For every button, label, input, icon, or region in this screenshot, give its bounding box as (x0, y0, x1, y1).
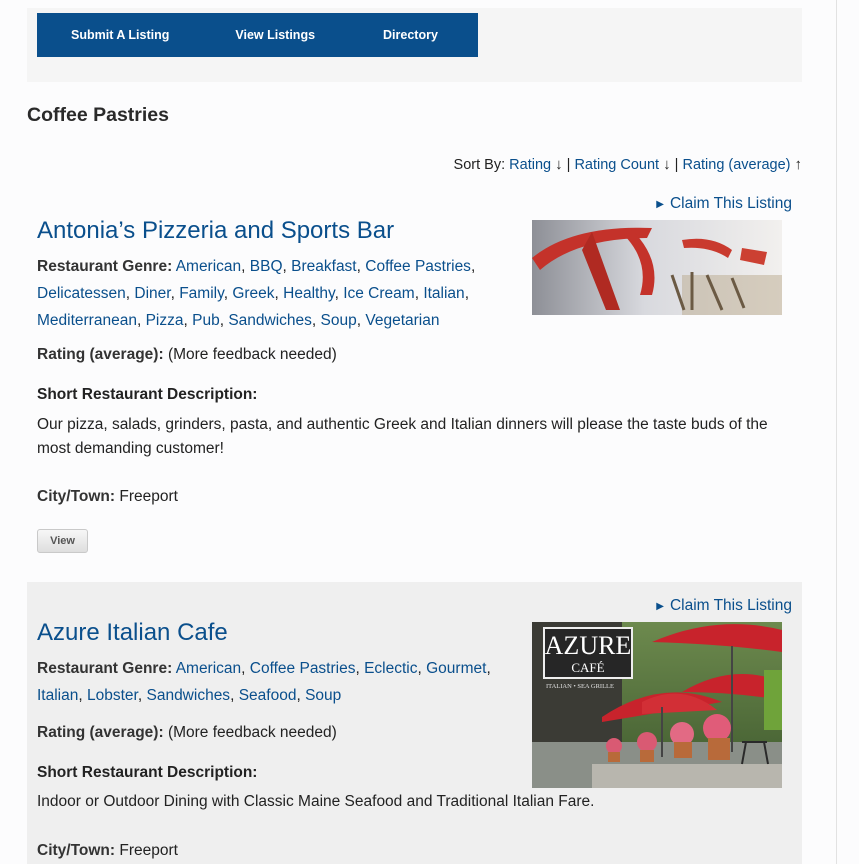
listing-description: Indoor or Outdoor Dining with Classic Ma… (37, 793, 595, 810)
rating-label: Rating (average): (37, 346, 164, 363)
claim-listing-label: Claim This Listing (669, 195, 792, 212)
city-value: Freeport (119, 842, 178, 859)
claim-listing-label: Claim This Listing (669, 597, 792, 614)
genre-link[interactable]: Delicatessen (37, 285, 126, 302)
sort-rating-count-link[interactable]: Rating Count (574, 157, 659, 173)
rating-label: Rating (average): (37, 724, 164, 741)
genre-link[interactable]: Mediterranean (37, 312, 137, 329)
genre-link[interactable]: Seafood (239, 687, 297, 704)
genre-link[interactable]: Pub (192, 312, 220, 329)
genre-link[interactable]: Sandwiches (146, 687, 230, 704)
description-label: Short Restaurant Description: (37, 764, 258, 781)
listing-card: ▶ Claim This Listing Antonia’s Pizzeria a… (27, 188, 802, 578)
sort-desc-arrow-icon[interactable]: ↓ (663, 156, 671, 173)
azure-sign-tagline: ITALIAN • SEA GRILLE (546, 683, 614, 690)
listing-title-link[interactable]: Azure Italian Cafe (37, 619, 228, 647)
antonias-sign-image (532, 220, 782, 315)
page-title: Coffee Pastries (27, 104, 169, 126)
listing-photo-antonias[interactable] (532, 220, 782, 315)
genre-link[interactable]: Gourmet (426, 660, 486, 677)
listing-rating: Rating (average): (More feedback needed) (37, 346, 337, 364)
listing-rating: Rating (average): (More feedback needed) (37, 724, 337, 742)
genre-link[interactable]: Greek (232, 285, 274, 302)
main-nav: Submit A Listing View Listings Directory (37, 13, 478, 57)
genre-link[interactable]: Diner (134, 285, 170, 302)
sort-separator: | (566, 157, 571, 173)
listing-city: City/Town: Freeport (37, 842, 178, 860)
listing-genres: Restaurant Genre: American, Coffee Pastr… (37, 655, 512, 709)
genre-link[interactable]: Lobster (87, 687, 138, 704)
listing-genres: Restaurant Genre: American, BBQ, Breakfa… (37, 253, 512, 334)
genre-label: Restaurant Genre: (37, 660, 173, 677)
genre-label: Restaurant Genre: (37, 258, 173, 275)
genre-link[interactable]: Pizza (146, 312, 184, 329)
genre-link[interactable]: American (176, 660, 241, 677)
genre-link[interactable]: Sandwiches (228, 312, 312, 329)
listing-description: Our pizza, salads, grinders, pasta, and … (37, 416, 768, 457)
page-right-border (836, 0, 837, 864)
listing-title-link[interactable]: Antonia’s Pizzeria and Sports Bar (37, 217, 394, 245)
sort-desc-arrow-icon[interactable]: ↓ (555, 156, 563, 173)
genre-link[interactable]: Soup (305, 687, 341, 704)
azure-sign-sub: CAFÉ (571, 660, 604, 675)
genre-link[interactable]: Ice Cream (343, 285, 415, 302)
azure-cafe-image: AZURE CAFÉ ITALIAN • SEA GRILLE (532, 622, 782, 788)
rating-value: (More feedback needed) (167, 724, 337, 741)
genre-link[interactable]: Eclectic (364, 660, 417, 677)
genre-link[interactable]: American (176, 258, 241, 275)
nav-view-listings[interactable]: View Listings (235, 28, 315, 42)
genre-link[interactable]: Healthy (283, 285, 334, 302)
listing-card: ▶ Claim This Listing Azure Italian Cafe R… (27, 582, 802, 864)
genre-link[interactable]: Vegetarian (365, 312, 439, 329)
genre-link[interactable]: Breakfast (291, 258, 356, 275)
sort-asc-arrow-icon[interactable]: ↑ (795, 156, 803, 173)
description-label: Short Restaurant Description: (37, 386, 258, 403)
genre-link[interactable]: Italian (37, 687, 78, 704)
claim-listing-link[interactable]: ▶ Claim This Listing (656, 195, 792, 213)
city-label: City/Town: (37, 488, 116, 505)
sort-bar: Sort By: Rating ↓ | Rating Count ↓ | Rat… (454, 156, 802, 173)
listing-photo-azure[interactable]: AZURE CAFÉ ITALIAN • SEA GRILLE (532, 622, 782, 788)
genre-link[interactable]: Coffee Pastries (365, 258, 471, 275)
claim-listing-link[interactable]: ▶ Claim This Listing (656, 597, 792, 615)
sort-rating-link[interactable]: Rating (509, 157, 551, 173)
sort-rating-average-link[interactable]: Rating (average) (682, 157, 790, 173)
caret-right-icon: ▶ (656, 601, 664, 612)
genre-link[interactable]: Coffee Pastries (250, 660, 356, 677)
genre-link[interactable]: Family (179, 285, 224, 302)
genre-link[interactable]: Italian (423, 285, 464, 302)
view-button[interactable]: View (37, 529, 88, 553)
city-value: Freeport (119, 488, 178, 505)
rating-value: (More feedback needed) (167, 346, 337, 363)
genre-link[interactable]: Soup (321, 312, 357, 329)
genre-link[interactable]: BBQ (250, 258, 283, 275)
nav-submit-listing[interactable]: Submit A Listing (71, 28, 169, 42)
listing-city: City/Town: Freeport (37, 488, 178, 506)
sort-separator: | (674, 157, 679, 173)
city-label: City/Town: (37, 842, 116, 859)
azure-sign-name: AZURE (545, 631, 632, 660)
nav-directory[interactable]: Directory (383, 28, 438, 42)
caret-right-icon: ▶ (656, 199, 664, 210)
sort-label: Sort By: (453, 157, 506, 173)
